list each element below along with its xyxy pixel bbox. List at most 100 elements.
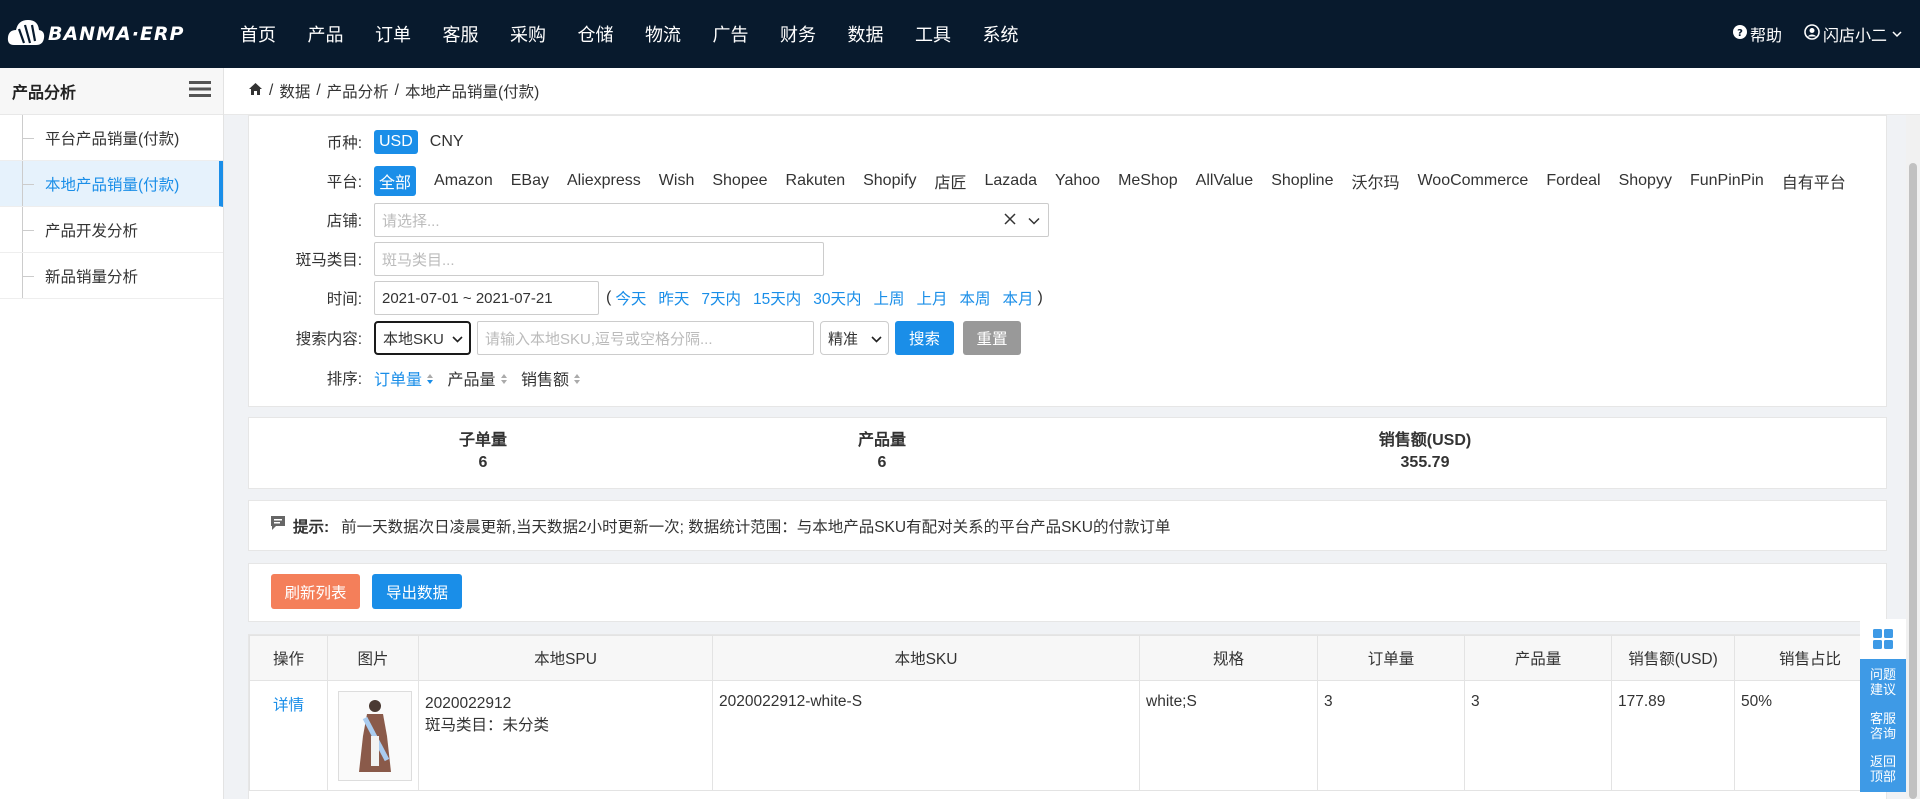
shortcut-30days[interactable]: 30天内 xyxy=(813,287,861,309)
menu-logistics[interactable]: 物流 xyxy=(645,21,713,47)
product-image[interactable] xyxy=(338,691,412,781)
platform-amazon[interactable]: Amazon xyxy=(434,172,493,190)
category-input[interactable]: 斑马类目... xyxy=(374,242,824,276)
platform-wish[interactable]: Wish xyxy=(659,172,695,190)
menu-purchase[interactable]: 采购 xyxy=(510,21,578,47)
tip-title: 提示: xyxy=(293,518,330,536)
store-select[interactable]: 请选择... xyxy=(374,203,1049,237)
shortcut-15days[interactable]: 15天内 xyxy=(753,287,801,309)
chevron-down-icon xyxy=(452,330,463,347)
menu-tools[interactable]: 工具 xyxy=(915,21,983,47)
feedback-button[interactable]: 问题建议 xyxy=(1860,667,1906,697)
platform-aliexpress[interactable]: Aliexpress xyxy=(567,172,641,190)
match-type-select[interactable]: 精准 xyxy=(820,321,889,355)
export-data-button[interactable]: 导出数据 xyxy=(372,574,462,609)
menu-products[interactable]: 产品 xyxy=(308,21,376,47)
menu-system[interactable]: 系统 xyxy=(983,21,1051,47)
shortcut-yesterday[interactable]: 昨天 xyxy=(658,287,689,309)
platform-meshop[interactable]: MeShop xyxy=(1118,172,1178,190)
scrollbar-thumb[interactable] xyxy=(1909,163,1917,799)
comment-icon xyxy=(269,514,287,537)
sort-sales[interactable]: 销售额 xyxy=(521,366,581,390)
menu-data[interactable]: 数据 xyxy=(848,21,916,47)
sort-arrows-icon xyxy=(426,372,434,389)
reset-button[interactable]: 重置 xyxy=(963,321,1021,355)
currency-label: 币种: xyxy=(326,135,362,152)
sidebar-item-new-product-sales[interactable]: 新品销量分析 xyxy=(0,253,223,299)
sidebar-item-product-dev[interactable]: 产品开发分析 xyxy=(0,207,223,253)
col-header-action: 操作 xyxy=(249,635,328,681)
platform-lazada[interactable]: Lazada xyxy=(985,172,1038,190)
hamburger-menu-icon[interactable] xyxy=(189,80,211,103)
platform-all[interactable]: 全部 xyxy=(374,166,417,196)
menu-warehouse[interactable]: 仓储 xyxy=(578,21,646,47)
sort-arrows-icon xyxy=(573,372,581,389)
table-header-row: 操作 图片 本地SPU 本地SKU 规格 订单量 产品量 销售额(USD) 销售… xyxy=(249,635,1886,681)
question-circle-icon: ? xyxy=(1732,24,1747,44)
col-header-orders[interactable]: 订单量 xyxy=(1317,635,1465,681)
platform-own[interactable]: 自有平台 xyxy=(1782,169,1846,193)
platform-woocommerce[interactable]: WooCommerce xyxy=(1417,172,1528,190)
shortcut-this-month[interactable]: 本月 xyxy=(1003,287,1034,309)
platform-shopify[interactable]: Shopify xyxy=(863,172,916,190)
platform-shopline[interactable]: Shopline xyxy=(1271,172,1333,190)
clear-x-icon[interactable] xyxy=(1004,212,1016,229)
logo[interactable]: BANMA·ERP xyxy=(0,15,240,53)
breadcrumb-current: 本地产品销量(付款) xyxy=(404,84,540,101)
support-button[interactable]: 客服咨询 xyxy=(1860,711,1906,741)
shortcut-last-week[interactable]: 上周 xyxy=(873,287,904,309)
spec-cell: white;S xyxy=(1139,680,1318,791)
user-name: 闪店小二 xyxy=(1822,28,1887,45)
sort-order-count[interactable]: 订单量 xyxy=(374,366,434,390)
breadcrumb-data[interactable]: 数据 xyxy=(279,80,310,102)
platform-walmart[interactable]: 沃尔玛 xyxy=(1351,169,1399,193)
search-input[interactable]: 请输入本地SKU,逗号或空格分隔... xyxy=(477,321,814,355)
sku-cell: 2020022912-white-S xyxy=(712,680,1140,791)
menu-orders[interactable]: 订单 xyxy=(375,21,443,47)
chevron-down-icon xyxy=(871,330,882,347)
chevron-down-icon[interactable] xyxy=(1028,212,1040,229)
back-to-top-button[interactable]: 返回顶部 xyxy=(1860,754,1906,784)
apps-grid-icon[interactable] xyxy=(1860,619,1906,659)
platform-fordeal[interactable]: Fordeal xyxy=(1546,172,1600,190)
menu-home[interactable]: 首页 xyxy=(240,21,308,47)
user-menu[interactable]: 闪店小二 xyxy=(1804,22,1902,46)
shortcut-this-week[interactable]: 本周 xyxy=(960,287,991,309)
sort-product-count[interactable]: 产品量 xyxy=(447,366,507,390)
date-range-input[interactable]: 2021-07-01 ~ 2021-07-21 xyxy=(374,281,599,315)
sidebar-item-local-sales[interactable]: 本地产品销量(付款) xyxy=(0,161,223,207)
breadcrumb: / 数据 / 产品分析 / 本地产品销量(付款) xyxy=(224,68,1920,115)
refresh-list-button[interactable]: 刷新列表 xyxy=(271,574,360,609)
home-icon[interactable] xyxy=(248,82,263,101)
search-button[interactable]: 搜索 xyxy=(895,321,954,355)
platform-shopyy[interactable]: Shopyy xyxy=(1619,172,1672,190)
platform-allvalue[interactable]: AllValue xyxy=(1196,172,1254,190)
shortcut-open-paren: ( xyxy=(606,289,612,306)
col-header-sales[interactable]: 销售额(USD) xyxy=(1611,635,1735,681)
currency-cny[interactable]: CNY xyxy=(430,133,464,151)
svg-text:?: ? xyxy=(1737,28,1743,39)
shortcut-last-month[interactable]: 上月 xyxy=(917,287,948,309)
menu-ads[interactable]: 广告 xyxy=(713,21,781,47)
page-scrollbar[interactable] xyxy=(1906,115,1920,799)
platform-shopee[interactable]: Shopee xyxy=(712,172,767,190)
details-link[interactable]: 详情 xyxy=(273,697,304,714)
chevron-down-icon xyxy=(1892,25,1902,43)
platform-rakuten[interactable]: Rakuten xyxy=(786,172,846,190)
col-header-products[interactable]: 产品量 xyxy=(1464,635,1612,681)
platform-funpinpin[interactable]: FunPinPin xyxy=(1690,172,1764,190)
shortcut-today[interactable]: 今天 xyxy=(615,287,646,309)
stat-sales: 销售额(USD) 355.79 xyxy=(1378,432,1472,471)
platform-row: 平台: 全部 Amazon EBay Aliexpress Wish Shope… xyxy=(249,165,1846,197)
platform-dianjiang[interactable]: 店匠 xyxy=(934,169,966,193)
menu-finance[interactable]: 财务 xyxy=(780,21,848,47)
platform-yahoo[interactable]: Yahoo xyxy=(1055,172,1100,190)
shortcut-7days[interactable]: 7天内 xyxy=(701,287,741,309)
help-link[interactable]: ? 帮助 xyxy=(1732,22,1782,46)
sidebar-item-platform-sales[interactable]: 平台产品销量(付款) xyxy=(0,115,223,161)
currency-usd[interactable]: USD xyxy=(374,130,418,154)
breadcrumb-product-analysis[interactable]: 产品分析 xyxy=(327,80,389,102)
platform-ebay[interactable]: EBay xyxy=(511,172,549,190)
menu-customer-service[interactable]: 客服 xyxy=(443,21,511,47)
search-type-select[interactable]: 本地SKU xyxy=(374,321,471,355)
